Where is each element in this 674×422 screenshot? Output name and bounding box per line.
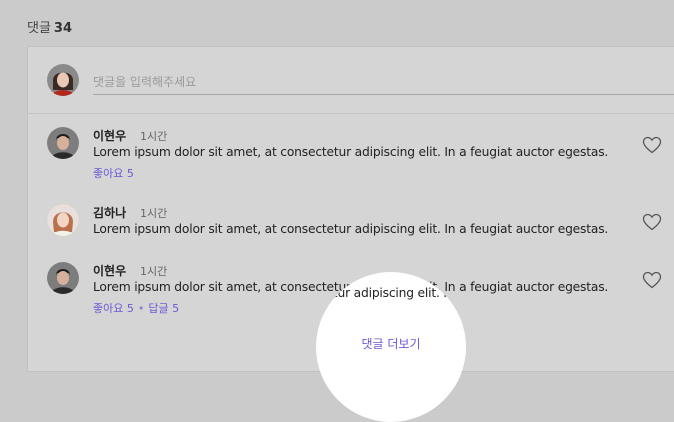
comments-count: 34 — [53, 21, 73, 36]
comment-actions: 좋아요 5 — [93, 165, 134, 181]
commenter-name: 이현우 — [93, 264, 127, 278]
commenter-avatar — [47, 204, 79, 236]
load-more-comments-button[interactable]: 댓글 더보기 — [316, 335, 466, 352]
heart-icon[interactable] — [642, 213, 662, 231]
comment-actions: 좋아요 5 • 답글 5 — [93, 300, 179, 316]
comment-input[interactable] — [93, 63, 674, 95]
comment-time: 1시간 — [139, 207, 168, 220]
comment-meta: 이현우 1시간 — [93, 127, 167, 144]
like-count-link[interactable]: 좋아요 5 — [93, 302, 134, 315]
like-count-link[interactable]: 좋아요 5 — [93, 167, 134, 180]
current-user-avatar — [47, 64, 79, 96]
comment-text: Lorem ipsum dolor sit amet, at consectet… — [93, 222, 609, 236]
comment-meta: 김하나 1시간 — [93, 204, 167, 221]
comment-time: 1시간 — [139, 265, 168, 278]
commenter-avatar — [47, 127, 79, 159]
reply-count-link[interactable]: 답글 5 — [148, 302, 179, 315]
separator-dot: • — [137, 302, 145, 315]
comment-text: Lorem ipsum dolor sit amet, at consectet… — [93, 145, 609, 159]
commenter-avatar — [47, 262, 79, 294]
heart-icon[interactable] — [642, 136, 662, 154]
comment-meta: 이현우 1시간 — [93, 262, 167, 279]
comment-input-row — [28, 47, 674, 114]
commenter-name: 김하나 — [93, 206, 127, 220]
commenter-name: 이현우 — [93, 129, 127, 143]
comments-header: 댓글 34 — [27, 17, 72, 36]
comments-label: 댓글 — [27, 21, 51, 36]
heart-icon[interactable] — [642, 271, 662, 289]
comment-time: 1시간 — [139, 130, 168, 143]
